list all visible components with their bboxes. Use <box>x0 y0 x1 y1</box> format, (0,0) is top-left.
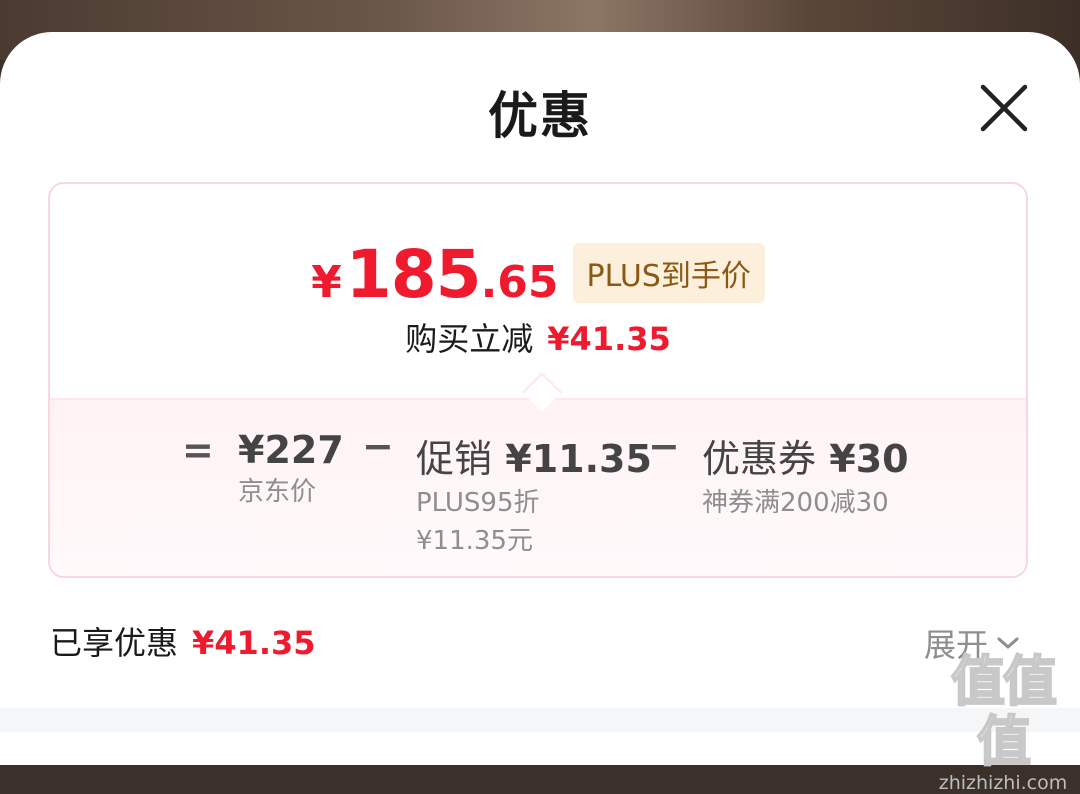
enjoyed-amount: ¥41.35 <box>192 624 316 662</box>
promotion-label: 促销 <box>416 437 493 481</box>
chevron-down-icon <box>997 637 1019 649</box>
price-decimal: .65 <box>480 257 559 308</box>
price-integer: 185 <box>345 236 482 313</box>
sheet-title: 优惠 <box>488 87 592 145</box>
footer-separator <box>0 708 1080 732</box>
base-price-block: ¥227 京东价 <box>238 428 344 510</box>
coupon-detail: 神券满200减30 <box>702 488 889 518</box>
enjoyed-label: 已享优惠 <box>50 624 179 662</box>
plus-price-tag: PLUS到手价 <box>572 243 765 303</box>
reduction-amount: ¥41.35 <box>547 320 671 358</box>
base-price: ¥227 <box>238 428 344 472</box>
equals-sign: = <box>182 428 214 472</box>
price-breakdown-card: ¥ 185 .65 PLUS到手价 购买立减 ¥41.35 = ¥227 京东价 … <box>48 182 1028 578</box>
close-button[interactable] <box>978 82 1030 134</box>
minus-sign: − <box>362 424 394 468</box>
site-watermark: 值值值 zhizhizhi.com <box>928 650 1078 794</box>
coupon-amount: ¥30 <box>829 437 909 481</box>
base-price-label: 京东价 <box>238 477 317 507</box>
instant-reduction: 购买立减 ¥41.35 <box>50 314 1026 360</box>
final-price-row: ¥ 185 .65 PLUS到手价 <box>50 236 1026 313</box>
promotion-block: 促销 ¥11.35 PLUS95折 ¥11.35元 <box>416 428 652 559</box>
close-icon <box>980 84 1028 132</box>
minus-sign: − <box>648 424 680 468</box>
promotion-detail: PLUS95折 <box>416 488 540 518</box>
final-price: ¥ 185 .65 <box>311 236 558 313</box>
promotion-detail-amount: ¥11.35元 <box>416 526 533 556</box>
price-currency: ¥ <box>311 257 342 308</box>
enjoyed-discount: 已享优惠 ¥41.35 <box>50 618 316 664</box>
discount-sheet: 优惠 ¥ 185 .65 PLUS到手价 购买立减 ¥41.35 = ¥227 京… <box>0 32 1080 765</box>
coupon-block: 优惠券 ¥30 神券满200减30 <box>702 428 909 521</box>
promotion-amount: ¥11.35 <box>505 437 652 481</box>
watermark-mark: 值值值 <box>950 650 1058 773</box>
watermark-site: zhizhizhi.com <box>938 772 1068 794</box>
reduction-label: 购买立减 <box>405 320 534 358</box>
coupon-label: 优惠券 <box>702 437 817 481</box>
